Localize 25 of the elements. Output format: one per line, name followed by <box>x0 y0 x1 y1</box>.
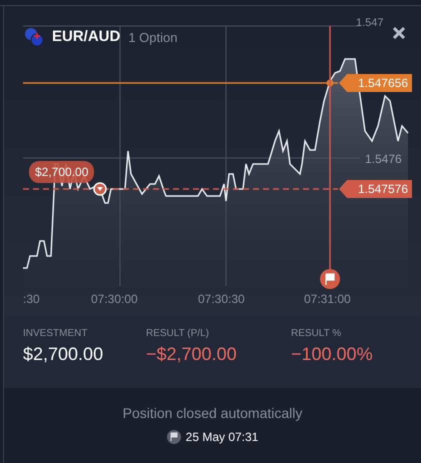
status-message: Position closed automatically <box>122 404 302 423</box>
flag-pair-icon <box>24 27 44 48</box>
flag-icon <box>320 269 340 289</box>
investment-tag: $2,700.00 <box>29 161 94 183</box>
axis-label: 07:30:30 <box>198 291 245 308</box>
stat-value: −100.00% <box>291 343 374 366</box>
entry-marker-icon <box>93 182 107 196</box>
axis-label: 07:31:00 <box>304 291 351 308</box>
symbol-title: EUR/AUD <box>52 27 120 47</box>
stat-value: $2,700.00 <box>23 343 104 366</box>
stat-label: INVESTMENT <box>23 327 88 341</box>
price-tag: 1.547576 <box>339 180 412 198</box>
axis-label: 1.547 <box>356 18 384 29</box>
stat-label: RESULT % <box>291 327 342 341</box>
close-time: 25 May 07:31 <box>186 429 258 446</box>
stat-value: −$2,700.00 <box>146 343 238 366</box>
flag-icon <box>166 430 181 444</box>
axis-label: :30 <box>23 291 40 308</box>
option-count: 1 Option <box>128 28 178 47</box>
price-dot <box>326 80 334 86</box>
axis-label: 07:30:00 <box>91 291 138 308</box>
stat-label: RESULT (P/L) <box>146 327 210 341</box>
axis-label: 1.5476 <box>365 151 402 168</box>
price-tag: 1.547656 <box>339 74 412 92</box>
close-icon[interactable] <box>393 27 405 39</box>
